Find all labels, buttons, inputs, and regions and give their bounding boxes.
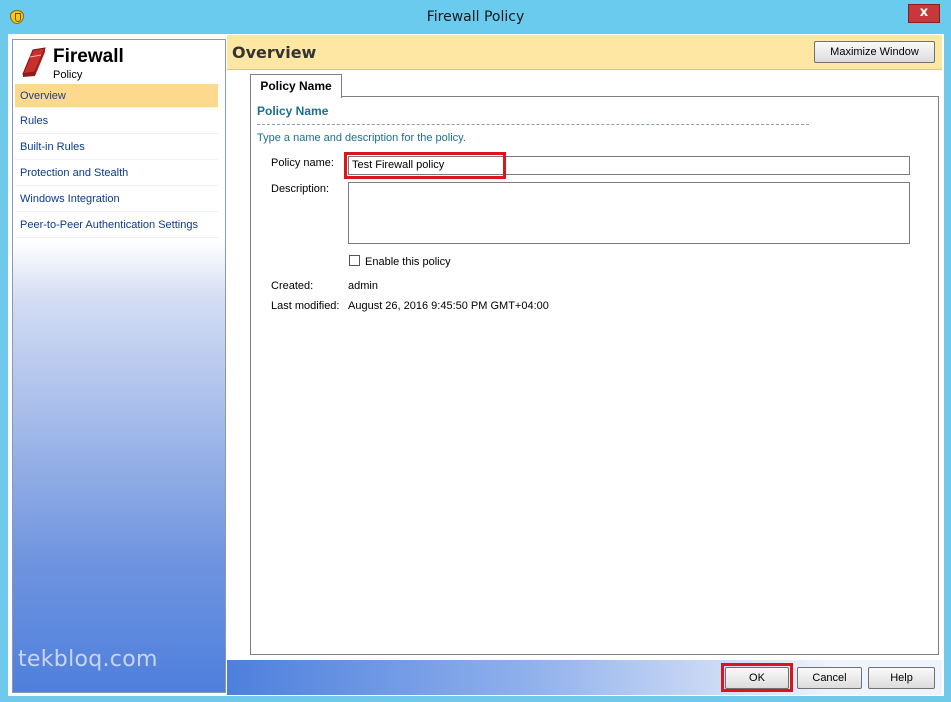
firewall-icon [22, 47, 46, 77]
sidebar-item-p2p-auth[interactable]: Peer-to-Peer Authentication Settings [15, 212, 218, 238]
section-divider [257, 124, 809, 125]
sidebar-item-windows-integration[interactable]: Windows Integration [15, 186, 218, 212]
content-panel [250, 96, 939, 655]
close-button[interactable]: x [908, 4, 940, 23]
brand-title: Firewall [53, 46, 124, 67]
created-value: admin [348, 280, 378, 292]
brand-subtitle: Policy [53, 69, 83, 81]
section-title: Policy Name [257, 104, 329, 118]
brand-header: Firewall Policy [13, 40, 225, 84]
sidebar-item-rules[interactable]: Rules [15, 108, 218, 134]
sidebar-item-overview[interactable]: Overview [15, 84, 218, 108]
sidebar-item-protection-stealth[interactable]: Protection and Stealth [15, 160, 218, 186]
ok-button-highlight [721, 663, 793, 692]
tab-policy-name[interactable]: Policy Name [250, 74, 342, 98]
window-title: Firewall Policy [426, 9, 525, 25]
help-button[interactable]: Help [868, 667, 935, 689]
page-title: Overview [232, 43, 317, 62]
sidebar: Firewall Policy Overview Rules Built-in … [12, 39, 226, 693]
cancel-button[interactable]: Cancel [797, 667, 862, 689]
modified-label: Last modified: [271, 300, 340, 312]
title-bar: Firewall Policy x [0, 0, 951, 34]
modified-value: August 26, 2016 9:45:50 PM GMT+04:00 [348, 300, 549, 312]
watermark: tekbloq.com [18, 647, 158, 672]
enable-policy-label[interactable]: Enable this policy [365, 256, 451, 268]
section-description: Type a name and description for the poli… [257, 132, 466, 144]
sidebar-nav: Overview Rules Built-in Rules Protection… [15, 84, 218, 238]
description-textarea[interactable] [348, 182, 910, 244]
policy-name-label: Policy name: [271, 157, 334, 169]
enable-policy-checkbox[interactable] [349, 255, 360, 266]
sidebar-item-built-in-rules[interactable]: Built-in Rules [15, 134, 218, 160]
created-label: Created: [271, 280, 314, 292]
maximize-window-button[interactable]: Maximize Window [814, 41, 935, 63]
description-label: Description: [271, 183, 330, 195]
policy-name-highlight [344, 152, 506, 179]
